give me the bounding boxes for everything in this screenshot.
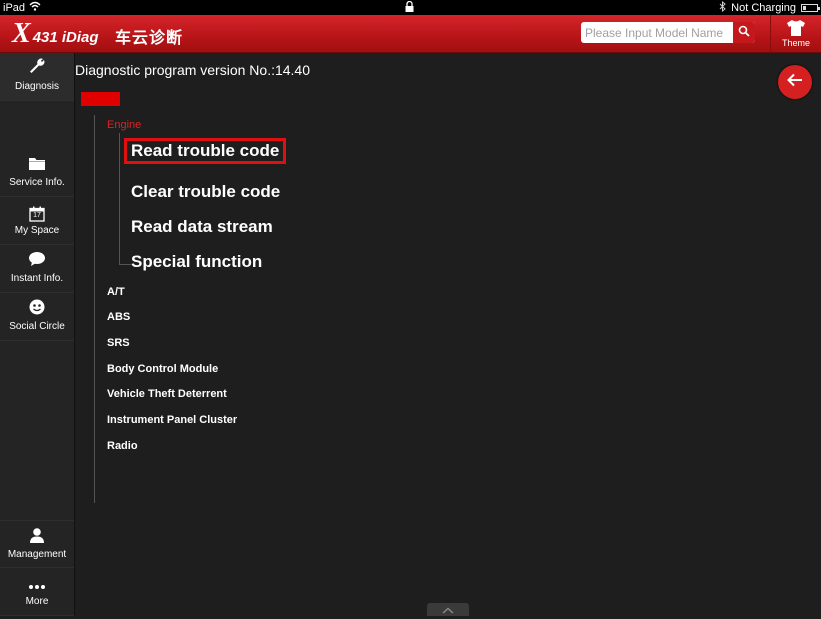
tree-node-srs[interactable]: SRS xyxy=(107,337,130,349)
sidebar-item-service-info[interactable]: Service Info. xyxy=(0,149,74,197)
tree-node-vehicle-theft-deterrent[interactable]: Vehicle Theft Deterrent xyxy=(107,388,227,400)
search-box xyxy=(581,22,755,43)
calendar-icon: 17 xyxy=(29,206,45,222)
tree-node-instrument-panel-cluster[interactable]: Instrument Panel Cluster xyxy=(107,414,237,426)
app-header: X 431 iDiag 车云诊断 Theme xyxy=(0,15,821,53)
theme-label: Theme xyxy=(781,38,810,48)
tree-node-engine[interactable]: Engine xyxy=(107,119,141,131)
sidebar-item-label: Social Circle xyxy=(9,321,65,332)
sidebar: Diagnosis Service Info. 17 My Space Inst… xyxy=(0,53,75,616)
wrench-icon xyxy=(28,57,46,78)
sidebar-item-label: Management xyxy=(7,549,67,560)
device-label: iPad xyxy=(3,1,26,14)
tree-line-engine xyxy=(119,133,120,265)
sidebar-item-social-circle[interactable]: Social Circle xyxy=(0,293,74,341)
version-text: Diagnostic program version No.:14.40 xyxy=(75,62,311,78)
sidebar-item-my-space[interactable]: 17 My Space xyxy=(0,197,74,245)
app-title: 车云诊断 xyxy=(115,28,184,47)
function-read-data-stream[interactable]: Read data stream xyxy=(125,215,279,239)
status-bar: iPad Not Charging xyxy=(0,0,821,15)
back-button[interactable] xyxy=(778,65,812,99)
tree-line-root xyxy=(94,115,95,503)
tree-node-at[interactable]: A/T xyxy=(107,286,125,298)
sidebar-item-label: More xyxy=(25,596,49,607)
folder-icon xyxy=(28,156,46,174)
tree-node-radio[interactable]: Radio xyxy=(107,440,138,452)
theme-button[interactable]: Theme xyxy=(771,15,821,53)
logo-x: X xyxy=(12,18,31,49)
sidebar-item-diagnosis[interactable]: Diagnosis xyxy=(0,53,74,101)
vehicle-tag xyxy=(81,92,120,106)
sidebar-item-label: Diagnosis xyxy=(15,81,59,92)
main-content: Diagnostic program version No.:14.40 Eng… xyxy=(75,53,821,616)
user-icon xyxy=(29,527,45,546)
sidebar-item-label: My Space xyxy=(14,225,60,236)
calendar-day: 17 xyxy=(33,212,41,219)
search-input[interactable] xyxy=(581,22,731,43)
function-clear-trouble-code[interactable]: Clear trouble code xyxy=(125,180,286,204)
bottom-drawer-handle[interactable] xyxy=(427,603,469,616)
logo-text: 431 iDiag xyxy=(32,28,99,46)
chat-bubble-icon xyxy=(28,251,46,270)
sidebar-item-management[interactable]: Management xyxy=(0,520,74,568)
search-icon xyxy=(738,24,750,42)
tree-node-abs[interactable]: ABS xyxy=(107,311,130,323)
battery-status-text: Not Charging xyxy=(731,2,796,14)
sidebar-item-more[interactable]: More xyxy=(0,568,74,616)
sidebar-item-instant-info[interactable]: Instant Info. xyxy=(0,245,74,293)
app-logo: X 431 iDiag xyxy=(12,18,99,50)
function-read-trouble-code[interactable]: Read trouble code xyxy=(124,138,287,164)
bluetooth-icon xyxy=(719,0,726,15)
lock-icon xyxy=(405,0,414,15)
tree-node-body-control-module[interactable]: Body Control Module xyxy=(107,363,218,375)
sidebar-item-label: Instant Info. xyxy=(10,273,64,284)
wifi-icon xyxy=(29,1,41,14)
shirt-icon xyxy=(786,19,806,37)
smiley-icon xyxy=(29,299,45,318)
search-button[interactable] xyxy=(733,22,755,43)
sidebar-item-label: Service Info. xyxy=(9,177,65,188)
arrow-left-icon xyxy=(787,73,803,92)
function-special-function[interactable]: Special function xyxy=(125,250,268,274)
battery-icon xyxy=(801,4,820,12)
more-dots-icon xyxy=(28,582,46,593)
